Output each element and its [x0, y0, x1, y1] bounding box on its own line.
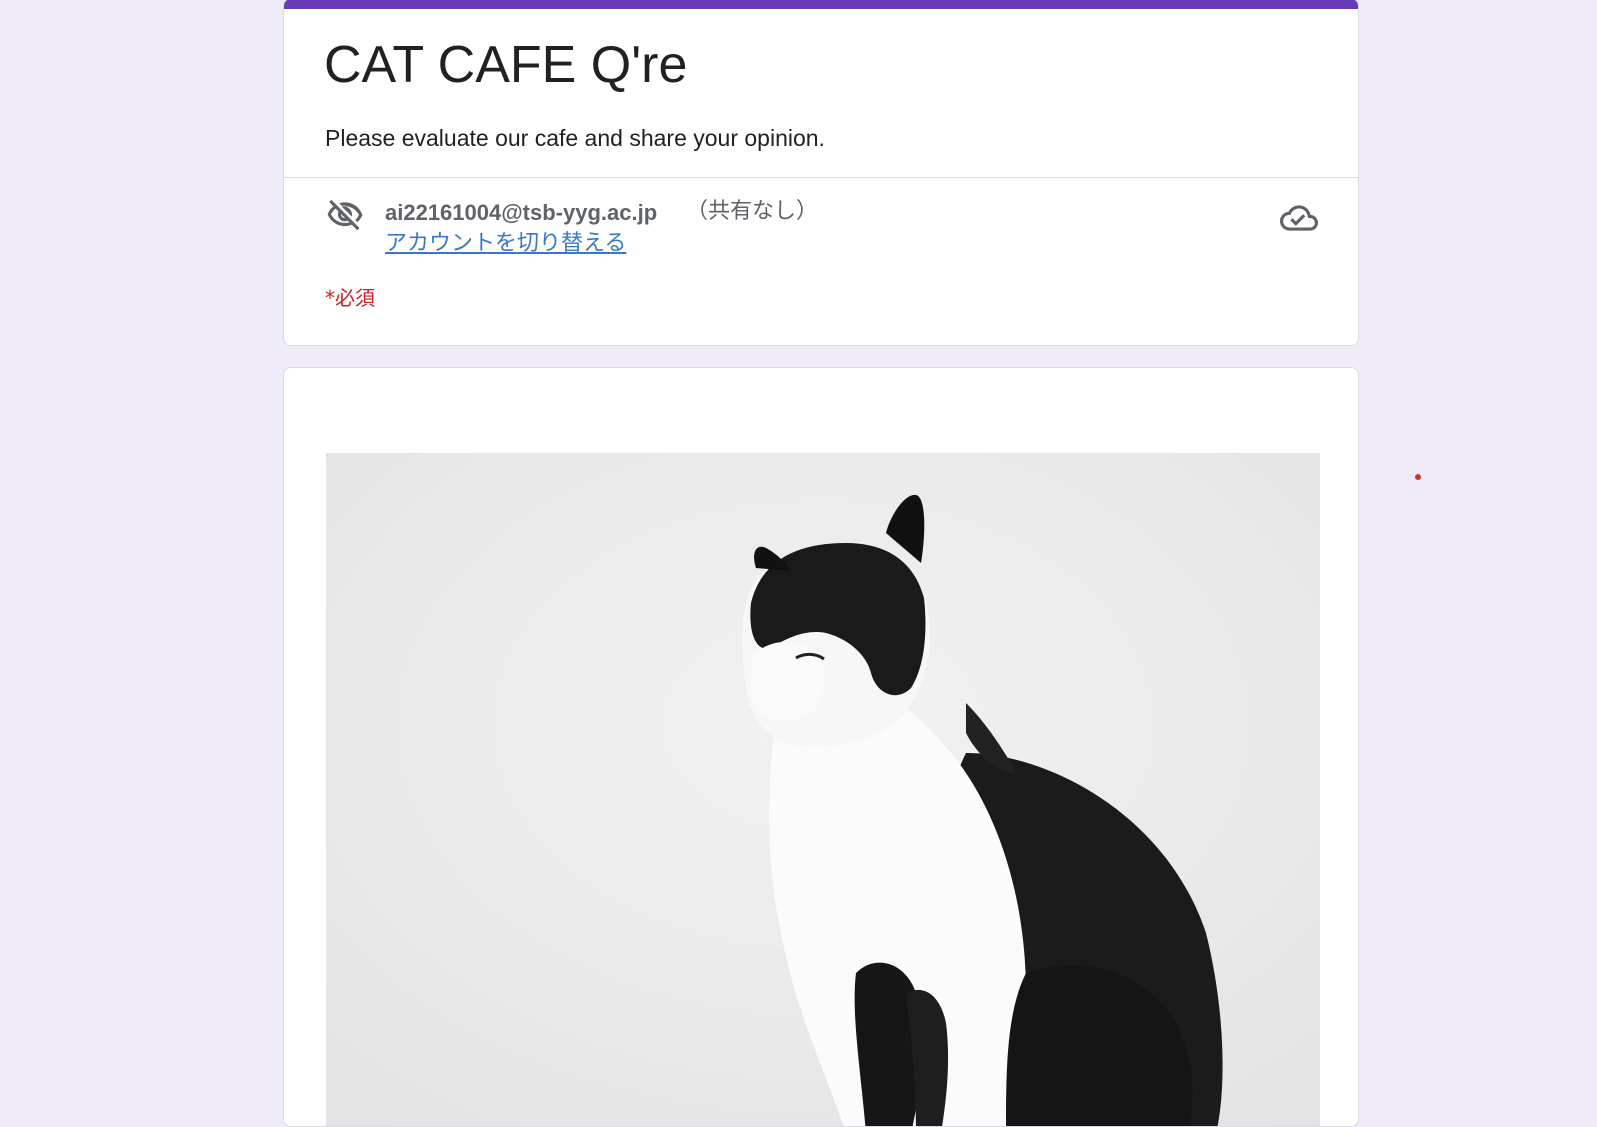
form-title: CAT CAFE Q're: [324, 36, 688, 94]
required-note: *必須: [325, 286, 375, 310]
cloud-done-icon: [1280, 205, 1318, 231]
red-dot-marker: [1415, 474, 1421, 480]
divider: [284, 177, 1358, 178]
account-email: ai22161004@tsb-yyg.ac.jp: [385, 200, 658, 225]
form-header-card: CAT CAFE Q're Please evaluate our cafe a…: [283, 0, 1359, 346]
switch-account-link[interactable]: アカウントを切り替える: [385, 230, 626, 258]
accent-bar: [284, 0, 1358, 9]
sharing-note: （共有なし）: [686, 199, 819, 224]
image-card: [283, 367, 1359, 1127]
eye-off-icon: [327, 199, 363, 231]
form-description: Please evaluate our cafe and share your …: [325, 125, 825, 151]
cat-image: [326, 453, 1320, 1126]
